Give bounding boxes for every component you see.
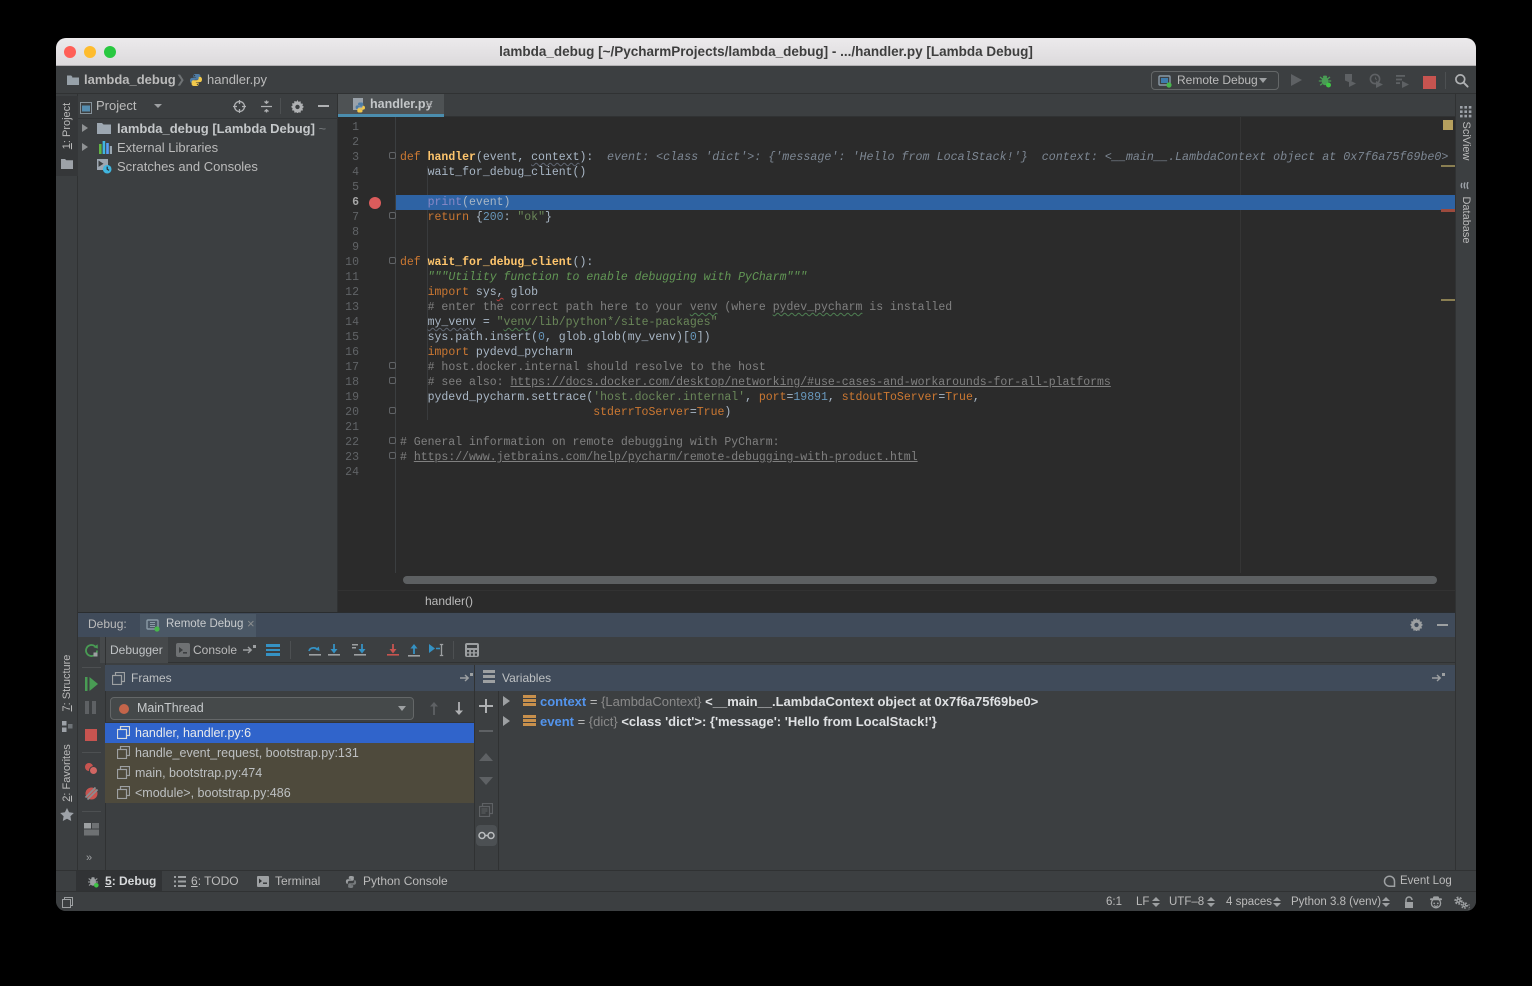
svg-text:?: ? bbox=[1467, 903, 1470, 911]
